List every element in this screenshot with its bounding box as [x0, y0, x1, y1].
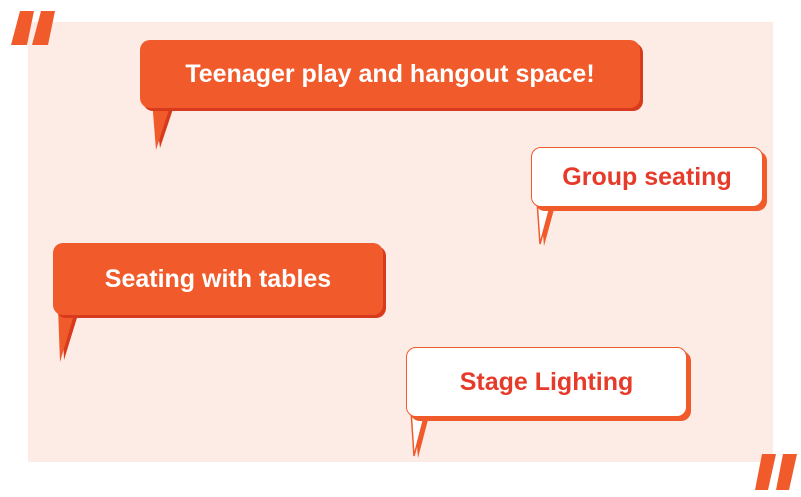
speech-bubble-tail	[152, 100, 176, 150]
bubble-text: Seating with tables	[104, 264, 332, 293]
speech-bubble-tail	[58, 308, 80, 362]
open-quote-icon	[8, 5, 58, 50]
speech-bubble-stage-lighting: Stage Lighting	[406, 347, 687, 417]
bubble-text: Stage Lighting	[459, 367, 634, 396]
speech-bubble-tail	[536, 200, 556, 246]
bubble-text: Group seating	[562, 162, 732, 191]
speech-bubble-teenager-space: Teenager play and hangout space!	[140, 40, 640, 108]
bubble-text: Teenager play and hangout space!	[185, 59, 595, 88]
close-quote-icon	[752, 452, 801, 497]
speech-bubble-group-seating: Group seating	[531, 147, 763, 207]
speech-bubble-tail	[410, 410, 430, 458]
speech-bubble-seating-tables: Seating with tables	[53, 243, 383, 315]
